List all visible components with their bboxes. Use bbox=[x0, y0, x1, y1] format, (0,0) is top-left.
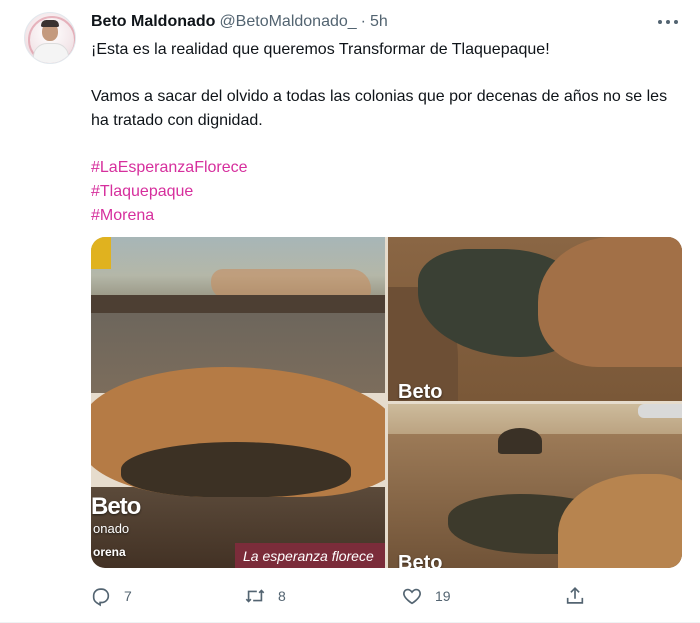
photo-3[interactable]: Beto bbox=[388, 404, 682, 568]
hashtag-la-esperanza-florece[interactable]: #LaEsperanzaFlorece bbox=[91, 156, 671, 180]
photo-1-caption-banner: La esperanza florece bbox=[235, 543, 385, 568]
retweet-count: 8 bbox=[278, 588, 286, 604]
reply-count: 7 bbox=[124, 588, 132, 604]
photo-1-watermark: Beto bbox=[91, 493, 141, 520]
avatar[interactable] bbox=[24, 12, 76, 64]
retweet-icon bbox=[245, 589, 265, 603]
tweet-timestamp[interactable]: 5h bbox=[370, 13, 388, 31]
tweet[interactable]: Beto Maldonado @BetoMaldonado_ · 5h ¡Est… bbox=[0, 0, 700, 623]
retweet-button[interactable]: 8 bbox=[244, 582, 286, 610]
tweet-text: ¡Esta es la realidad que queremos Transf… bbox=[91, 38, 671, 228]
tweet-header: Beto Maldonado @BetoMaldonado_ · 5h bbox=[91, 12, 388, 32]
like-button[interactable]: 19 bbox=[401, 582, 451, 610]
media-grid: Beto onado orena La esperanza florece Be… bbox=[91, 237, 682, 568]
author-name[interactable]: Beto Maldonado bbox=[91, 13, 215, 31]
like-count: 19 bbox=[435, 588, 451, 604]
tweet-paragraph-1: ¡Esta es la realidad que queremos Transf… bbox=[91, 41, 550, 58]
author-handle[interactable]: @BetoMaldonado_ bbox=[219, 13, 356, 31]
photo-2-watermark: Beto bbox=[398, 381, 443, 401]
avatar-body bbox=[33, 43, 69, 63]
tweet-actions: 7 8 19 bbox=[90, 582, 590, 610]
share-button[interactable] bbox=[564, 582, 586, 610]
photo-1-watermark-sub: onado bbox=[93, 521, 130, 536]
photo-3-watermark: Beto bbox=[398, 552, 443, 568]
photo-2[interactable]: Beto bbox=[388, 237, 682, 401]
share-icon bbox=[566, 587, 584, 604]
avatar-hair bbox=[41, 20, 59, 27]
more-icon[interactable] bbox=[658, 14, 678, 30]
tweet-paragraph-2: Vamos a sacar del olvido a todas las col… bbox=[91, 88, 668, 129]
photo-1[interactable]: Beto onado orena La esperanza florece bbox=[91, 237, 385, 568]
heart-icon bbox=[403, 588, 421, 605]
reply-button[interactable]: 7 bbox=[90, 582, 132, 610]
hashtag-tlaquepaque[interactable]: #Tlaquepaque bbox=[91, 180, 671, 204]
reply-icon bbox=[92, 588, 110, 607]
hashtag-morena[interactable]: #Morena bbox=[91, 204, 671, 228]
separator-dot: · bbox=[360, 13, 366, 30]
photo-1-watermark-tag: orena bbox=[93, 545, 126, 559]
photo-1-pothole bbox=[121, 442, 351, 497]
